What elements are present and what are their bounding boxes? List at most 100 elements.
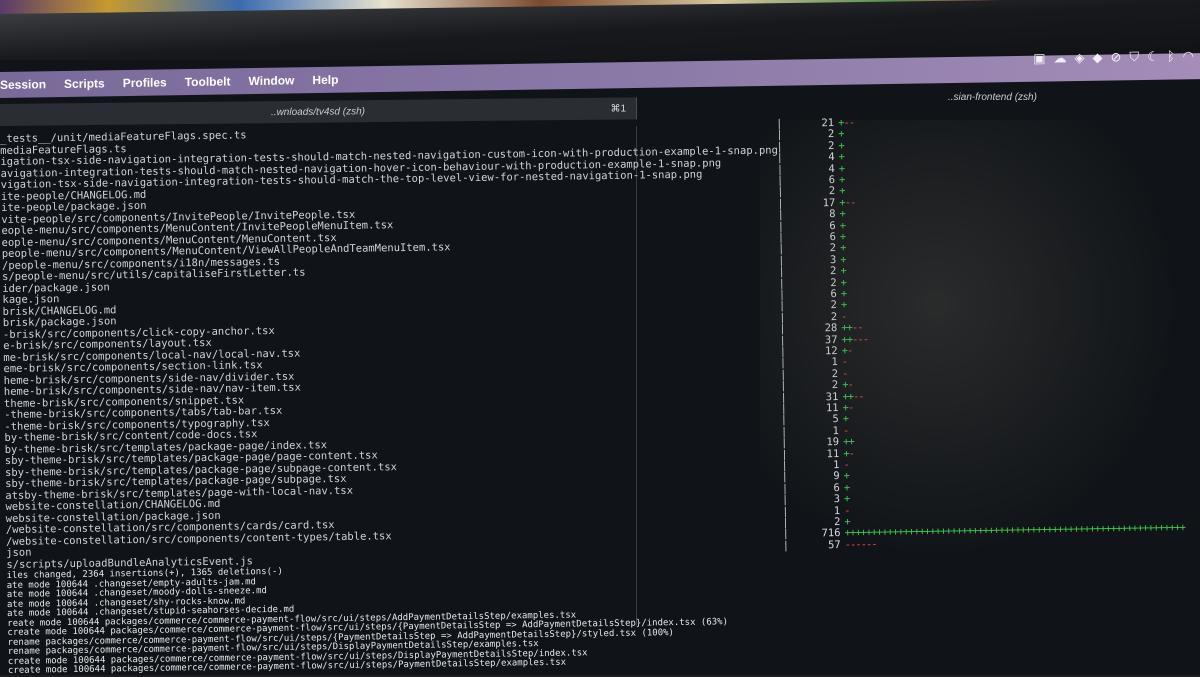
stat-insertions: ++ xyxy=(841,333,853,346)
stat-deletions: - xyxy=(847,401,854,414)
menu-window[interactable]: Window xyxy=(249,73,295,88)
stat-insertions: + xyxy=(838,139,844,152)
stat-insertions: + xyxy=(840,287,847,301)
app-icon[interactable]: ◈ xyxy=(1075,51,1085,66)
stat-insertions: + xyxy=(839,185,845,198)
stat-separator: | xyxy=(779,334,786,347)
stat-separator: | xyxy=(779,357,787,370)
stat-separator: | xyxy=(782,516,789,529)
stat-insertions: ++ xyxy=(843,436,854,449)
stat-separator: | xyxy=(777,243,785,256)
stat-separator: | xyxy=(776,117,783,130)
stat-insertions: + xyxy=(840,265,846,278)
stat-separator: | xyxy=(780,425,788,438)
stat-separator: | xyxy=(777,186,784,199)
stat-insertions: + xyxy=(839,242,846,255)
menu-toolbelt[interactable]: Toolbelt xyxy=(185,74,231,89)
dropbox-icon[interactable]: ◆ xyxy=(1093,51,1103,66)
stat-separator: | xyxy=(781,494,789,507)
stat-deletions: - xyxy=(844,504,850,517)
shield-icon[interactable]: ⛉ xyxy=(1129,50,1139,65)
stat-separator: | xyxy=(781,437,788,450)
stat-insertions: + xyxy=(844,515,850,528)
stat-deletions: - xyxy=(842,424,849,437)
wifi-icon[interactable]: ◠ xyxy=(1183,49,1194,64)
stat-separator: | xyxy=(780,391,787,404)
stat-separator: | xyxy=(779,311,786,324)
stat-deletions: - xyxy=(848,447,855,460)
stat-insertions: ++ xyxy=(842,390,854,403)
block-icon[interactable]: ⊘ xyxy=(1111,50,1122,65)
bluetooth-icon[interactable]: ᛒ xyxy=(1167,50,1175,65)
stat-insertions: + xyxy=(839,219,846,232)
stat-insertions: + xyxy=(838,128,844,141)
camera-icon[interactable]: ▣ xyxy=(1033,52,1045,67)
stat-insertions: + xyxy=(838,162,845,175)
stat-deletions: - xyxy=(841,310,847,323)
stat-separator: | xyxy=(781,459,788,472)
stat-deletions: - xyxy=(846,344,853,357)
stat-separator: | xyxy=(781,482,789,495)
stat-insertions: + xyxy=(840,299,847,312)
right-pane-title: ..sian-frontend (zsh) xyxy=(948,91,1037,103)
stat-insertions: ++ xyxy=(841,322,853,335)
stat-separator: | xyxy=(782,539,790,552)
stat-deletions: -- xyxy=(851,321,863,335)
left-pane-shortcut: ⌘1 xyxy=(610,102,626,115)
stat-deletions: - xyxy=(841,367,848,380)
stat-separator: | xyxy=(780,414,788,427)
stat-separator: | xyxy=(781,448,788,461)
stat-insertions: + xyxy=(839,208,845,221)
stat-separator: | xyxy=(778,300,786,313)
stat-separator: | xyxy=(776,174,784,187)
stat-insertions: + xyxy=(843,493,850,506)
status-tray: ▣ ☁ ◈ ◆ ⊘ ⛉ ☾ ᛒ ◠ xyxy=(1033,49,1194,67)
stat-separator: | xyxy=(777,197,784,210)
stat-deletions: - xyxy=(841,356,848,369)
moon-icon[interactable]: ☾ xyxy=(1147,50,1159,65)
menu-help[interactable]: Help xyxy=(312,73,338,87)
stat-deletions: - xyxy=(847,379,853,392)
stat-separator: | xyxy=(782,528,789,541)
stat-deletions: -- xyxy=(843,116,855,129)
stat-insertions: + xyxy=(843,470,850,483)
stat-separator: | xyxy=(779,368,787,381)
terminal-output[interactable]: _tests__/unit/mediaFeatureFlags.spec.ts m… xyxy=(0,122,788,676)
stat-count: 57 xyxy=(827,538,841,552)
stat-separator: | xyxy=(777,231,785,244)
stat-separator: | xyxy=(780,380,787,393)
menu-scripts[interactable]: Scripts xyxy=(64,76,105,91)
stat-insertions: + xyxy=(839,230,846,244)
terminal-line: s/people-menu/src/utils/capitaliseFirstL… xyxy=(2,266,306,283)
menu-session[interactable]: Session xyxy=(0,77,46,92)
menu-profiles[interactable]: Profiles xyxy=(123,75,167,90)
stat-deletions: ------ xyxy=(844,538,877,551)
stat-separator: | xyxy=(776,163,784,176)
stat-separator: | xyxy=(780,402,787,415)
diff-stat-row: | 57 ------ xyxy=(783,538,877,551)
stat-separator: | xyxy=(782,505,789,518)
stat-deletions: -- xyxy=(844,196,856,209)
stat-separator: | xyxy=(777,220,785,233)
stat-deletions: --- xyxy=(852,333,869,346)
stat-insertions: ++++++++++++++++++++++++++++++++++++++++… xyxy=(844,522,1186,540)
stat-insertions: + xyxy=(838,173,845,187)
left-pane-title: ..wnloads/tv4sd (zsh) xyxy=(271,105,365,118)
stat-separator: | xyxy=(778,288,786,301)
stat-separator: | xyxy=(776,152,784,165)
stat-separator: | xyxy=(777,209,784,222)
stat-separator: | xyxy=(778,254,785,267)
stat-separator: | xyxy=(779,345,787,358)
stat-deletions: -- xyxy=(852,390,864,403)
cloud-icon[interactable]: ☁ xyxy=(1054,51,1067,66)
stat-insertions: + xyxy=(842,413,849,426)
stat-insertions: + xyxy=(840,276,847,289)
tab-right-pane[interactable]: ..sian-frontend (zsh) xyxy=(948,86,1068,108)
terminal-line: json xyxy=(6,546,32,559)
stat-insertions: + xyxy=(838,151,845,164)
stat-separator: | xyxy=(781,471,789,484)
stat-separator: | xyxy=(776,129,783,142)
stat-separator: | xyxy=(778,266,785,279)
stat-separator: | xyxy=(778,277,786,290)
stat-insertions: + xyxy=(843,481,850,494)
